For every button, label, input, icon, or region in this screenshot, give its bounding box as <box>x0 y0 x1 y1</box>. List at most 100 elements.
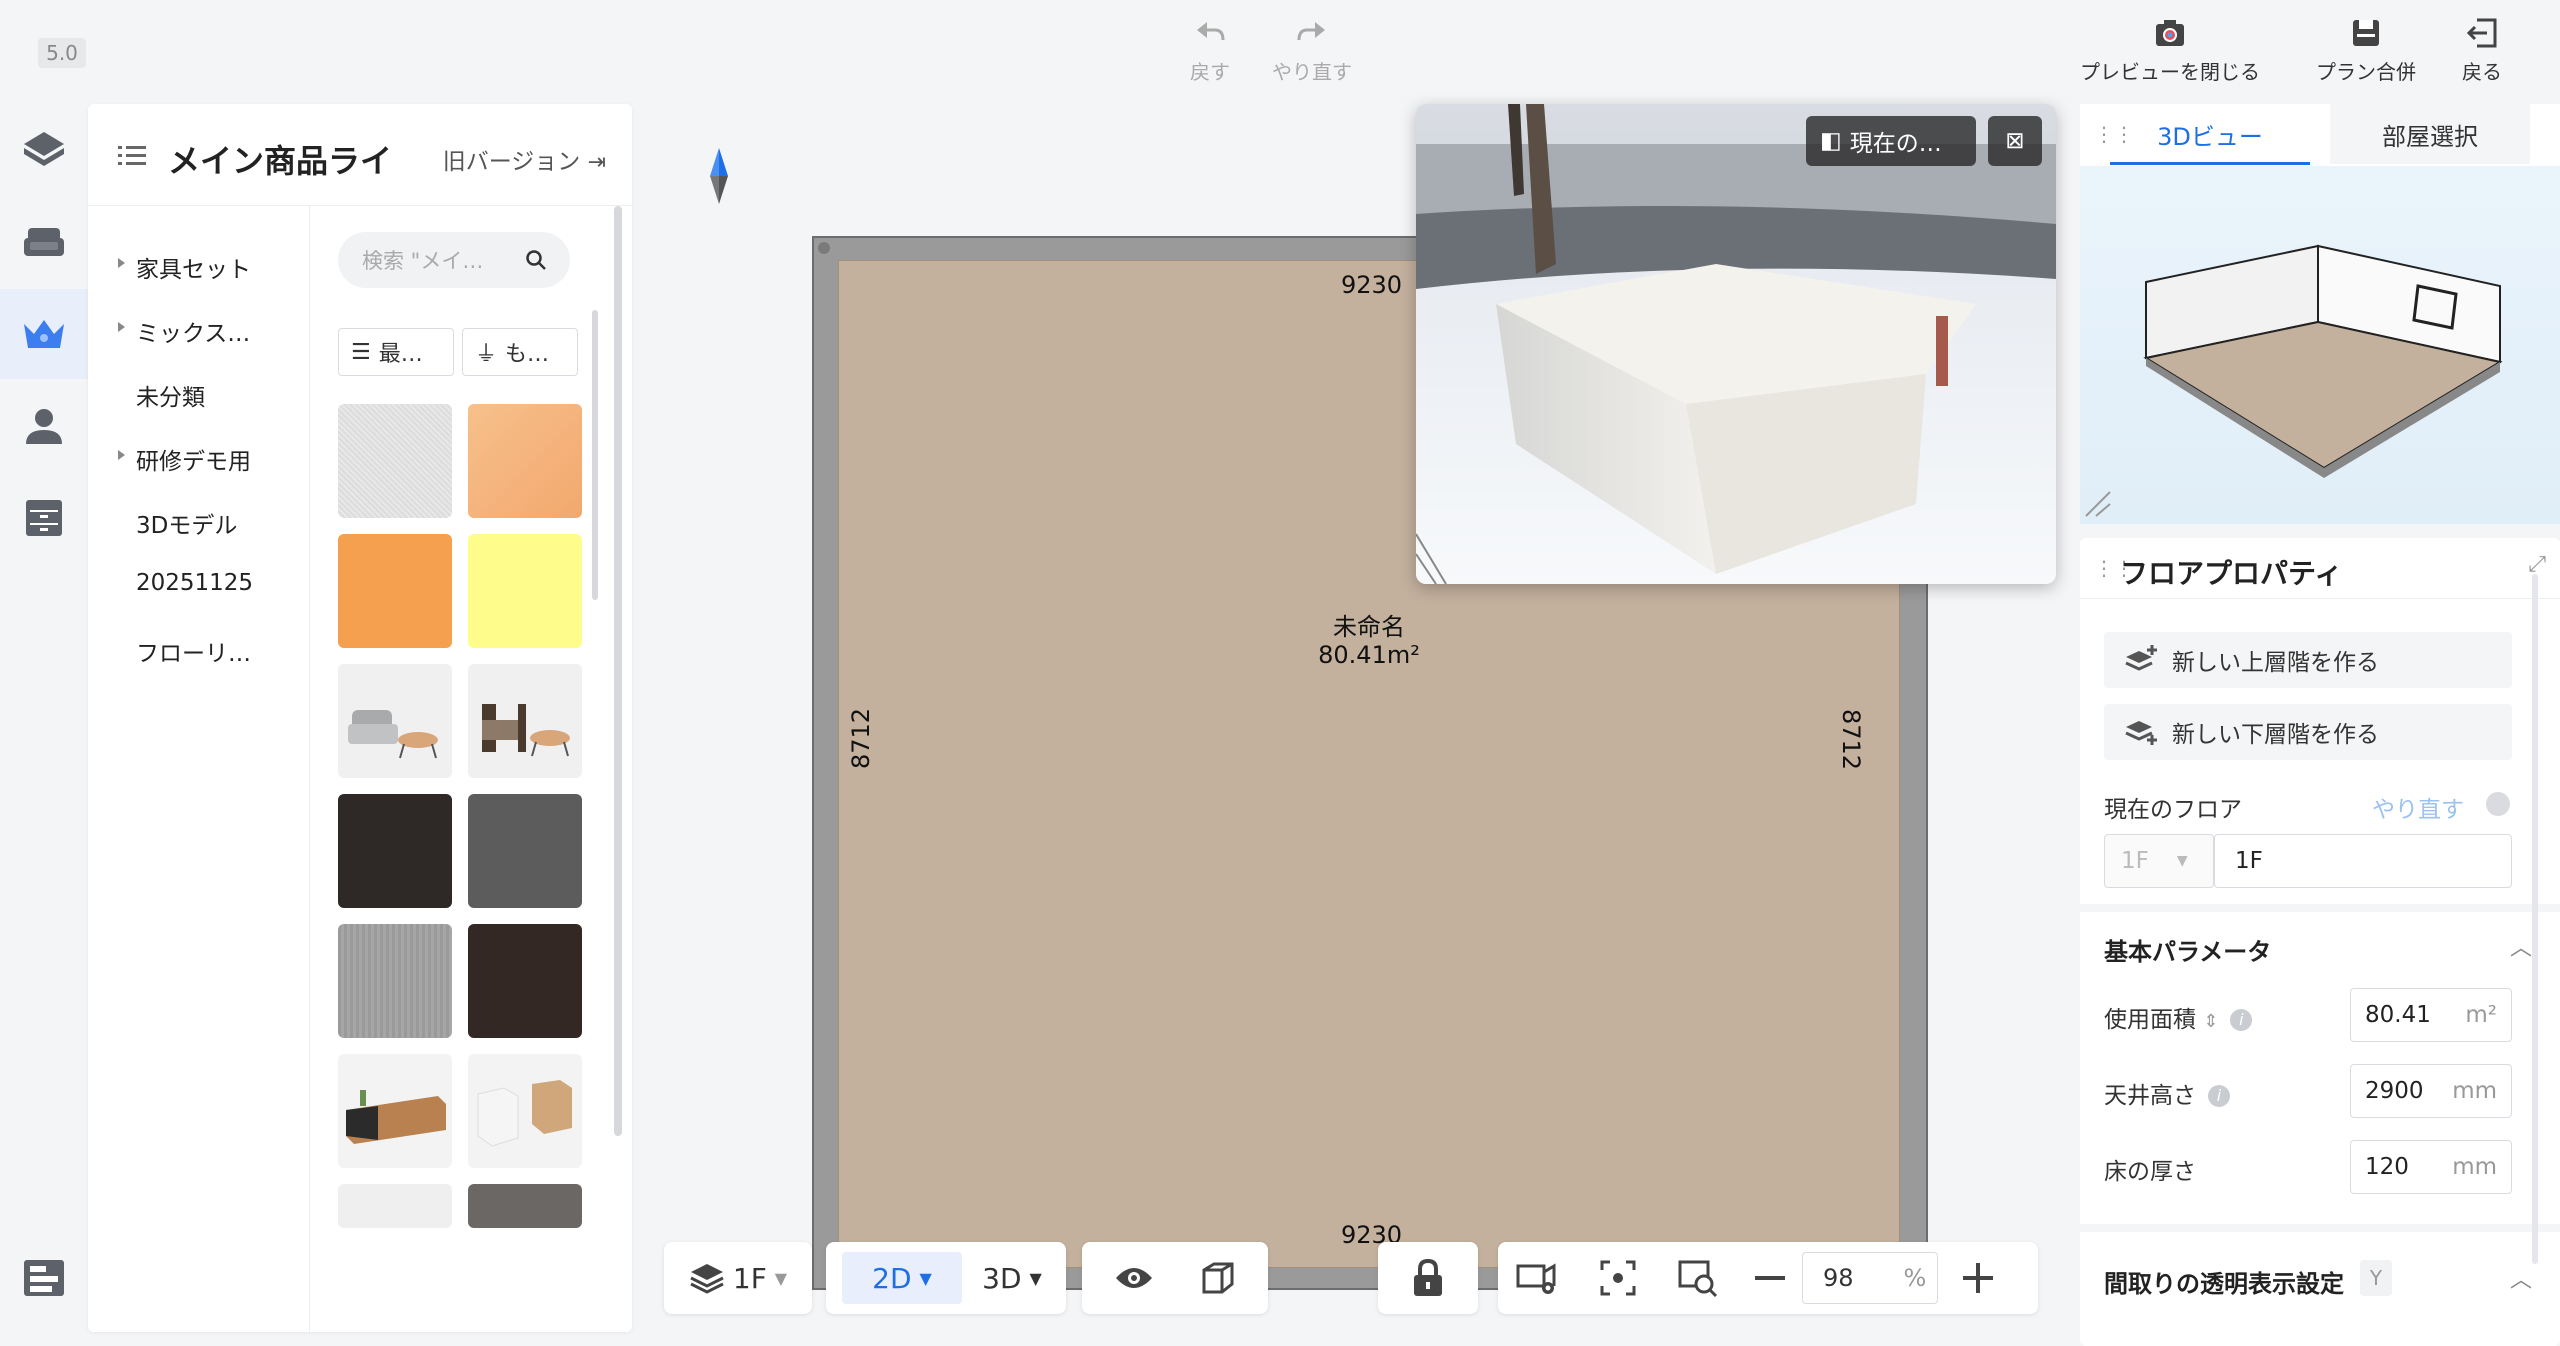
fullscreen-button[interactable]: ⊠ <box>1988 116 2042 166</box>
tab-3d-view[interactable]: 3Dビュー <box>2110 104 2310 164</box>
usable-area-input[interactable]: 80.41 m² <box>2350 988 2512 1042</box>
category-item[interactable]: 3Dモデル <box>136 506 237 540</box>
sort-label: 最… <box>378 342 423 367</box>
new-lower-floor-button[interactable]: 新しい下層階を作る <box>2104 704 2512 760</box>
product-tile-partial-2[interactable] <box>468 1184 582 1228</box>
tile-scrollbar-thumb[interactable] <box>614 206 622 1136</box>
section-divider <box>2080 1224 2560 1232</box>
visibility-button[interactable] <box>1082 1242 1186 1314</box>
basic-params-header[interactable]: 基本パラメータ <box>2104 932 2271 967</box>
room-3d-thumbnail <box>2085 244 2503 517</box>
chevron-up-icon[interactable]: ︿ <box>2510 930 2532 962</box>
search-input[interactable]: 検索 "メイ… <box>338 232 570 288</box>
close-preview-button[interactable]: プレビューを閉じる <box>2080 16 2260 85</box>
list-icon[interactable] <box>118 142 146 170</box>
product-tile-sofa-set[interactable] <box>338 664 452 778</box>
lock-icon <box>1414 1258 1442 1296</box>
old-version-link[interactable]: 旧バージョン ⇥ <box>443 142 606 176</box>
expand-icon[interactable]: ⤢ <box>2528 552 2546 577</box>
room-label[interactable]: 未命名 80.41m² <box>1299 613 1439 669</box>
lock-button[interactable] <box>1378 1242 1478 1314</box>
rail-user-button[interactable] <box>0 381 88 471</box>
redo-link[interactable]: やり直す <box>2372 790 2464 824</box>
merge-plan-button[interactable]: プラン合併 <box>2316 16 2416 85</box>
category-item[interactable]: 未分類 <box>136 378 205 412</box>
product-tile-peach[interactable] <box>468 404 582 518</box>
rail-floorplan-button[interactable] <box>0 105 88 195</box>
transparency-header[interactable]: 間取りの透明表示設定 <box>2104 1264 2344 1299</box>
zoom-search-icon <box>1678 1260 1718 1298</box>
view-mode-dropdown[interactable]: ◧ 現在の… <box>1806 116 1976 166</box>
camera-settings-button[interactable] <box>1498 1242 1578 1314</box>
zoom-in-button[interactable] <box>1938 1242 2018 1314</box>
category-item[interactable]: 研修デモ用 <box>118 442 251 476</box>
zoom-input[interactable]: 98% <box>1802 1252 1938 1304</box>
clock-icon[interactable] <box>2486 792 2510 816</box>
box-view-button[interactable] <box>1186 1242 1250 1314</box>
product-tile-orange[interactable] <box>338 534 452 648</box>
rail-cabinet-button[interactable] <box>0 473 88 563</box>
product-tile-boxes[interactable] <box>468 1054 582 1168</box>
mini-3d-viewport[interactable] <box>2080 166 2560 524</box>
mode-2d-button[interactable]: 2D ▼ <box>842 1252 962 1304</box>
category-scrollbar[interactable] <box>592 310 598 600</box>
floor-select[interactable]: 1F ▼ <box>2104 834 2214 888</box>
category-item[interactable]: 20251125 <box>136 570 253 596</box>
product-tile-dark-wood[interactable] <box>338 794 452 908</box>
product-tile-yellow[interactable] <box>468 534 582 648</box>
filter-button[interactable]: ⏚ も… <box>462 328 578 376</box>
layers-plus-icon <box>2125 645 2157 671</box>
dimension-left: 8712 <box>847 708 875 769</box>
tile-scroll-track[interactable] <box>614 206 622 1226</box>
new-lower-floor-label: 新しい下層階を作る <box>2172 722 2379 748</box>
back-button[interactable]: 戻る <box>2462 16 2502 85</box>
caret-down-icon: ▼ <box>2176 853 2188 869</box>
zoom-out-button[interactable] <box>1738 1242 1802 1314</box>
3d-view-panel: ⋮⋮ 3Dビュー 部屋選択 <box>2080 104 2560 524</box>
floor-dropdown[interactable]: 1F ▼ <box>664 1242 812 1314</box>
info-icon[interactable]: i <box>2230 1009 2253 1031</box>
cabinet-thumbnail <box>346 1090 446 1144</box>
dimension-right-value: 8712 <box>1837 709 1865 771</box>
rail-premium-button[interactable] <box>0 289 88 379</box>
zoom-field[interactable]: 98% <box>1802 1242 1938 1314</box>
category-item[interactable]: 家具セット <box>118 250 251 284</box>
rail-furniture-button[interactable] <box>0 197 88 287</box>
undo-button[interactable]: 戻す <box>1190 16 1230 85</box>
redo-button[interactable]: やり直す <box>1272 16 1352 85</box>
new-upper-floor-button[interactable]: 新しい上層階を作る <box>2104 632 2512 688</box>
product-tile-walnut[interactable] <box>468 924 582 1038</box>
fit-view-button[interactable] <box>1578 1242 1658 1314</box>
sort-arrows-icon[interactable]: ⇕ <box>2203 1011 2218 1032</box>
ceiling-height-input[interactable]: 2900 mm <box>2350 1064 2512 1118</box>
product-tile-gray-texture[interactable] <box>338 924 452 1038</box>
category-label: 20251125 <box>136 570 254 596</box>
tab-3d-view-label: 3Dビュー <box>2157 122 2263 151</box>
sort-button[interactable]: ☰ 最… <box>338 328 454 376</box>
info-icon[interactable]: i <box>2208 1085 2230 1107</box>
product-tile-tv-cabinet[interactable] <box>338 1054 452 1168</box>
tab-room-select[interactable]: 部屋選択 <box>2330 104 2530 164</box>
view-mode-switcher[interactable]: 2D ▼ 3D ▼ <box>826 1242 1066 1314</box>
product-tile-partial-1[interactable] <box>338 1184 452 1228</box>
product-tile-dark-gray[interactable] <box>468 794 582 908</box>
3d-preview-window[interactable]: ◧ 現在の… ⊠ <box>1416 104 2056 584</box>
floor-switcher[interactable]: 1F ▼ <box>664 1242 812 1314</box>
category-item[interactable]: フローリ… <box>136 634 251 668</box>
chevron-up-icon[interactable]: ︿ <box>2510 1262 2532 1294</box>
properties-scrollbar[interactable] <box>2532 574 2538 1264</box>
library-header: メイン商品ライ 旧バージョン ⇥ <box>88 104 632 206</box>
rail-layout-button[interactable] <box>0 1233 88 1323</box>
zoom-area-button[interactable] <box>1658 1242 1738 1314</box>
floor-select-value: 1F <box>2121 848 2149 874</box>
wall-node[interactable] <box>818 242 830 254</box>
floor-thickness-input[interactable]: 120 mm <box>2350 1140 2512 1194</box>
compass-icon[interactable] <box>710 148 728 204</box>
product-tile-gray-fabric[interactable] <box>338 404 452 518</box>
mode-3d-button[interactable]: 3D ▼ <box>962 1242 1062 1314</box>
floor-name-input[interactable]: 1F <box>2214 834 2512 888</box>
caret-down-icon: ▼ <box>919 1268 932 1288</box>
tab-room-select-label: 部屋選択 <box>2382 122 2478 151</box>
product-tile-chair-set[interactable] <box>468 664 582 778</box>
category-item[interactable]: ミックス… <box>118 314 250 348</box>
